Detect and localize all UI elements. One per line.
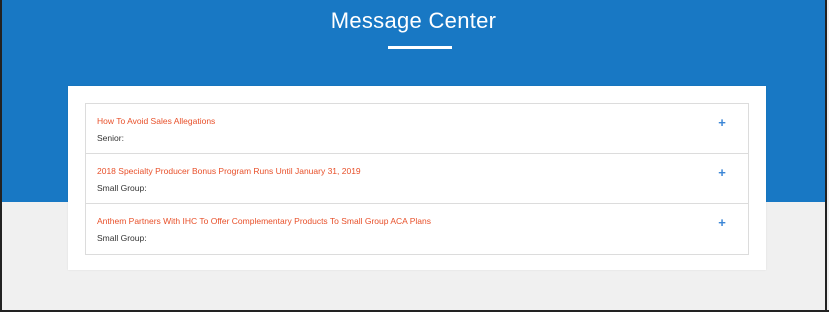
message-title-link[interactable]: 2018 Specialty Producer Bonus Program Ru… [97, 166, 361, 176]
message-category: Senior: [97, 133, 124, 143]
page-title: Message Center [330, 8, 497, 33]
message-item[interactable]: How To Avoid Sales Allegations Senior: + [86, 104, 748, 154]
message-item[interactable]: Anthem Partners With IHC To Offer Comple… [86, 204, 748, 254]
message-title-link[interactable]: Anthem Partners With IHC To Offer Comple… [97, 216, 431, 226]
message-item[interactable]: 2018 Specialty Producer Bonus Program Ru… [86, 154, 748, 204]
message-list: How To Avoid Sales Allegations Senior: +… [85, 103, 749, 255]
expand-plus-icon[interactable]: + [716, 216, 728, 229]
title-underline [388, 46, 452, 49]
expand-plus-icon[interactable]: + [716, 166, 728, 179]
messages-card: How To Avoid Sales Allegations Senior: +… [68, 86, 766, 270]
message-category: Small Group: [97, 183, 147, 193]
message-category: Small Group: [97, 233, 147, 243]
expand-plus-icon[interactable]: + [716, 116, 728, 129]
message-title-link[interactable]: How To Avoid Sales Allegations [97, 116, 215, 126]
